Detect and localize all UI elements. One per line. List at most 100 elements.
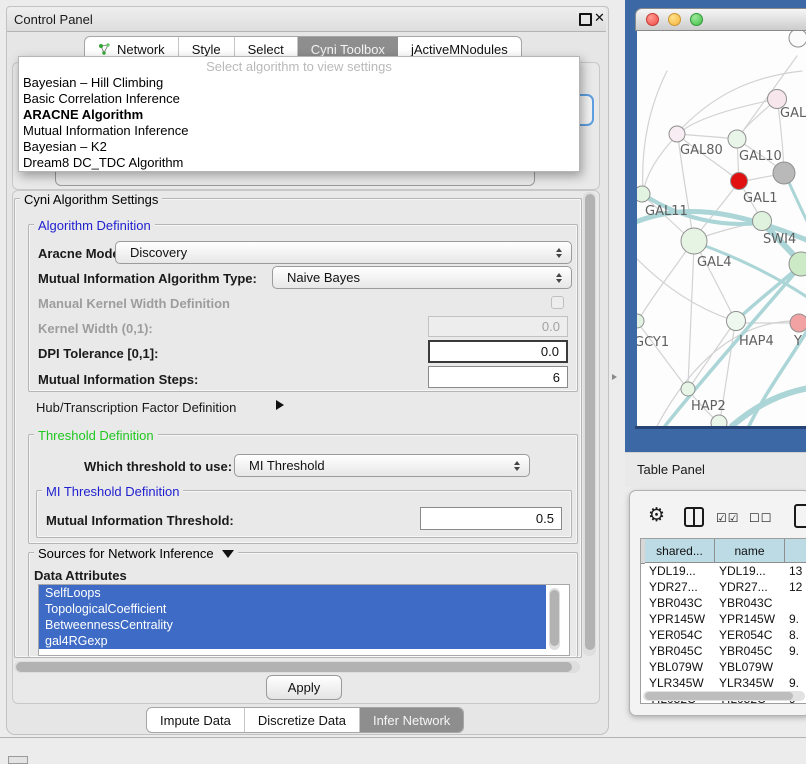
table-cell: YLR345W xyxy=(649,676,715,690)
mi-algorithm-type-combo[interactable]: Naive Bayes xyxy=(272,266,572,289)
zoom-traffic-light-icon[interactable] xyxy=(690,13,703,26)
algorithm-option-mutual-information-inference[interactable]: Mutual Information Inference xyxy=(19,123,579,139)
node-Y[interactable] xyxy=(790,314,806,332)
network-edge[interactable] xyxy=(638,323,686,387)
select-all-columns-icon[interactable]: ☑☑ xyxy=(716,511,740,525)
algorithm-option-bayesian-k2[interactable]: Bayesian – K2 xyxy=(19,139,579,155)
node-GAL10[interactable] xyxy=(728,130,746,148)
close-traffic-light-icon[interactable] xyxy=(646,13,659,26)
tab-impute-data[interactable]: Impute Data xyxy=(147,708,245,732)
node-SWI4[interactable] xyxy=(753,212,772,231)
table-cell: YBR043C xyxy=(649,596,715,610)
deselect-all-columns-icon[interactable]: ☐☐ xyxy=(749,511,773,525)
table-cell: YDL19... xyxy=(649,564,715,578)
which-threshold-combo[interactable]: MI Threshold xyxy=(234,454,530,477)
table-row[interactable]: YER054CYER054C8. xyxy=(641,627,806,643)
aracne-mode-combo[interactable]: Discovery xyxy=(115,241,572,264)
table-cell: YDR27... xyxy=(649,580,715,594)
mi-algorithm-type-value: Naive Bayes xyxy=(287,270,360,285)
algorithm-option-bayesian-hill-climbing[interactable]: Bayesian – Hill Climbing xyxy=(19,75,579,91)
data-attribute-item[interactable]: BetweennessCentrality xyxy=(39,617,546,633)
node-HAP4[interactable] xyxy=(727,312,746,331)
application-window: Control Panel ✕ NetworkStyleSelectCyni T… xyxy=(0,0,806,762)
algorithm-option-dream8-dc-tdc-algorithm[interactable]: Dream8 DC_TDC Algorithm xyxy=(19,155,579,171)
network-edge[interactable] xyxy=(643,135,677,193)
node-label-GAL80: GAL80 xyxy=(680,143,723,158)
column-header[interactable] xyxy=(785,539,806,563)
divider-collapse-icon[interactable] xyxy=(612,374,617,380)
minimized-panel-icon[interactable] xyxy=(8,756,28,764)
combo-spinner-icon xyxy=(556,273,562,283)
node-label-GAL: GAL xyxy=(780,106,806,121)
network-canvas[interactable]: GALGAL80GAL10GAL1SWI4GAL11GAL4GCY1HAP4YH… xyxy=(637,31,806,426)
network-edge[interactable] xyxy=(643,71,667,191)
manual-kernel-checkbox[interactable] xyxy=(551,296,564,309)
node-bottom-partial[interactable] xyxy=(711,415,727,426)
node-GAL4[interactable] xyxy=(681,228,707,254)
network-edge[interactable] xyxy=(697,183,738,235)
table-cell: 12 xyxy=(789,580,806,594)
mi-steps-field[interactable]: 6 xyxy=(428,366,568,388)
node-GAL11[interactable] xyxy=(637,186,650,202)
table-row[interactable]: YDL19...YDL19...13 xyxy=(641,563,806,579)
data-attribute-item[interactable]: TopologicalCoefficient xyxy=(39,601,546,617)
column-header[interactable]: name xyxy=(715,539,785,563)
table-row[interactable]: YBR045CYBR045C9. xyxy=(641,643,806,659)
data-attribute-item[interactable]: gal4RGexp xyxy=(39,633,546,649)
tab-label: jActiveMNodules xyxy=(411,42,508,57)
node-GAL80[interactable] xyxy=(669,126,685,142)
settings-vertical-scrollbar[interactable] xyxy=(583,192,596,656)
network-edge[interactable] xyxy=(639,244,691,319)
settings-horizontal-scrollbar[interactable] xyxy=(14,661,580,673)
table-row[interactable]: YPR145WYPR145W9. xyxy=(641,611,806,627)
node-HAP2[interactable] xyxy=(681,382,695,396)
node-label-GAL11: GAL11 xyxy=(645,204,688,219)
data-attributes-label: Data Attributes xyxy=(34,568,127,583)
sources-title-row[interactable]: Sources for Network Inference xyxy=(34,546,238,561)
close-icon[interactable]: ✕ xyxy=(594,11,605,24)
mi-threshold-group-title: MI Threshold Definition xyxy=(42,484,183,499)
dpi-tolerance-label: DPI Tolerance [0,1]: xyxy=(38,346,158,361)
table-row[interactable]: YBL079WYBL079W xyxy=(641,659,806,675)
collapse-arrow-icon[interactable] xyxy=(222,550,234,558)
list-scrollbar[interactable] xyxy=(549,588,560,650)
table-horizontal-scrollbar[interactable] xyxy=(643,691,805,701)
network-window-titlebar[interactable] xyxy=(635,8,806,31)
network-edge[interactable] xyxy=(690,323,734,387)
table-row[interactable]: YBR043CYBR043C xyxy=(641,595,806,611)
gear-icon[interactable]: ⚙ xyxy=(648,505,665,527)
apply-button[interactable]: Apply xyxy=(266,675,342,700)
export-table-icon[interactable] xyxy=(794,504,806,528)
bottom-divider xyxy=(0,737,806,738)
data-attribute-item[interactable]: SelfLoops xyxy=(39,585,546,601)
float-window-icon[interactable] xyxy=(579,13,592,26)
column-view-icon[interactable] xyxy=(684,507,704,527)
tab-discretize-data[interactable]: Discretize Data xyxy=(245,708,360,732)
algorithm-option-aracne-algorithm[interactable]: ARACNE Algorithm xyxy=(19,107,579,123)
tab-label: Style xyxy=(192,42,221,57)
mi-threshold-field[interactable]: 0.5 xyxy=(420,507,562,530)
node-GAL1[interactable] xyxy=(731,173,748,190)
table-row[interactable]: YLR345WYLR345W9. xyxy=(641,675,806,691)
hub-definition-label[interactable]: Hub/Transcription Factor Definition xyxy=(36,400,236,415)
tab-infer-network[interactable]: Infer Network xyxy=(360,708,463,732)
network-edge[interactable] xyxy=(688,246,694,386)
minimize-traffic-light-icon[interactable] xyxy=(668,13,681,26)
network-graph: GALGAL80GAL10GAL1SWI4GAL11GAL4GCY1HAP4YH… xyxy=(637,31,806,426)
network-window-shadow xyxy=(635,426,806,429)
network-edge[interactable] xyxy=(665,267,800,426)
dpi-tolerance-field[interactable]: 0.0 xyxy=(428,340,568,363)
column-header[interactable]: shared... xyxy=(645,539,715,563)
tab-label: Infer Network xyxy=(373,713,450,728)
node-GCY1[interactable] xyxy=(637,314,644,328)
table-row[interactable]: YDR27...YDR27...12 xyxy=(641,579,806,595)
node-label-GAL1: GAL1 xyxy=(743,191,777,206)
expand-arrow-icon[interactable] xyxy=(276,400,284,410)
table-cell: YBL079W xyxy=(649,660,715,674)
node-gray[interactable] xyxy=(773,162,795,184)
table-cell: YER054C xyxy=(649,628,715,642)
kernel-width-field: 0.0 xyxy=(428,316,568,337)
algorithm-option-basic-correlation-inference[interactable]: Basic Correlation Inference xyxy=(19,91,579,107)
network-edge[interactable] xyxy=(679,134,736,139)
node-top-partial[interactable] xyxy=(789,31,806,47)
